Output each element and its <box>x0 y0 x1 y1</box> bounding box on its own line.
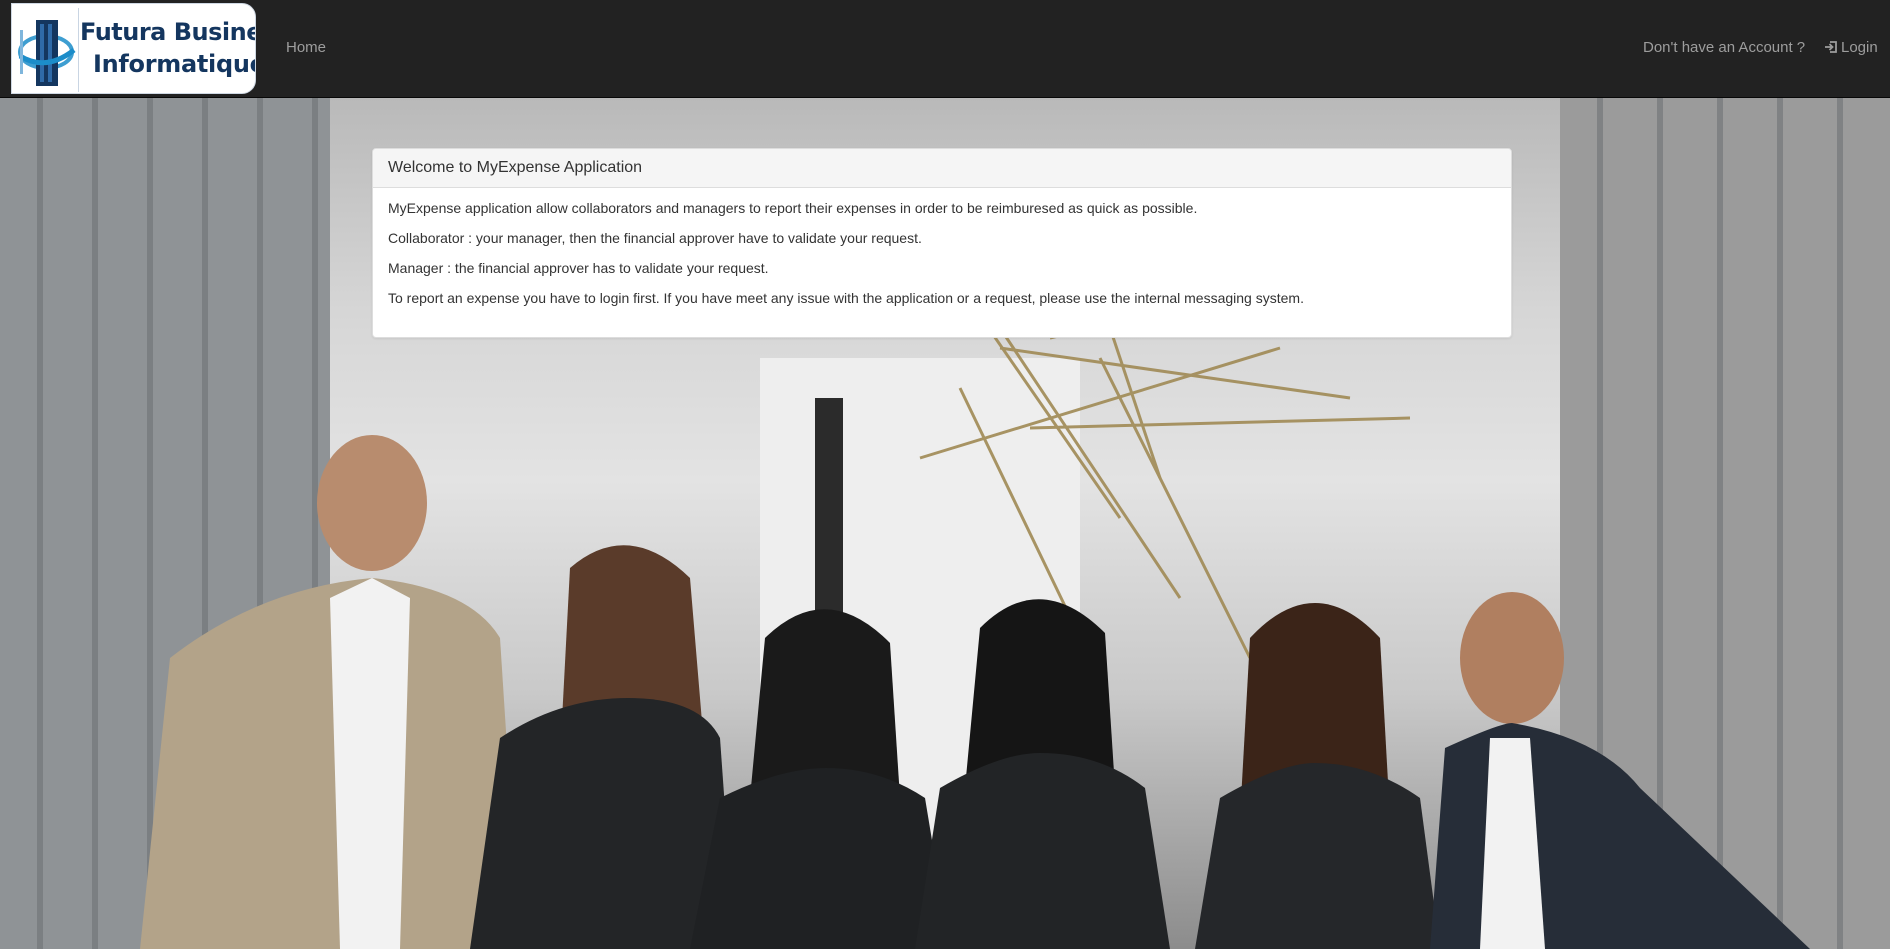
welcome-panel: Welcome to MyExpense Application MyExpen… <box>372 148 1512 338</box>
nav-home-link[interactable]: Home <box>286 39 326 57</box>
panel-body: MyExpense application allow collaborator… <box>373 188 1511 330</box>
panel-paragraph: MyExpense application allow collaborator… <box>388 200 1198 216</box>
panel-paragraph: Collaborator : your manager, then the fi… <box>388 230 922 246</box>
nav-login-link[interactable]: Login <box>1824 39 1878 57</box>
brand-logo[interactable]: Futura Business Informatique <box>11 3 256 94</box>
logo-text-line1: Futura Business <box>80 18 255 46</box>
logo-divider <box>78 8 79 92</box>
panel-paragraph: To report an expense you have to login f… <box>388 290 1304 306</box>
sign-in-icon <box>1825 41 1837 53</box>
top-navbar: Futura Business Informatique Home Don't … <box>0 0 1890 98</box>
nav-login-label: Login <box>1841 39 1878 56</box>
logo-text-line2: Informatique <box>93 50 256 78</box>
panel-paragraph: Manager : the financial approver has to … <box>388 260 769 276</box>
nav-register-link[interactable]: Don't have an Account ? <box>1643 39 1805 57</box>
panel-heading: Welcome to MyExpense Application <box>373 149 1511 188</box>
building-logo-icon <box>18 20 76 86</box>
